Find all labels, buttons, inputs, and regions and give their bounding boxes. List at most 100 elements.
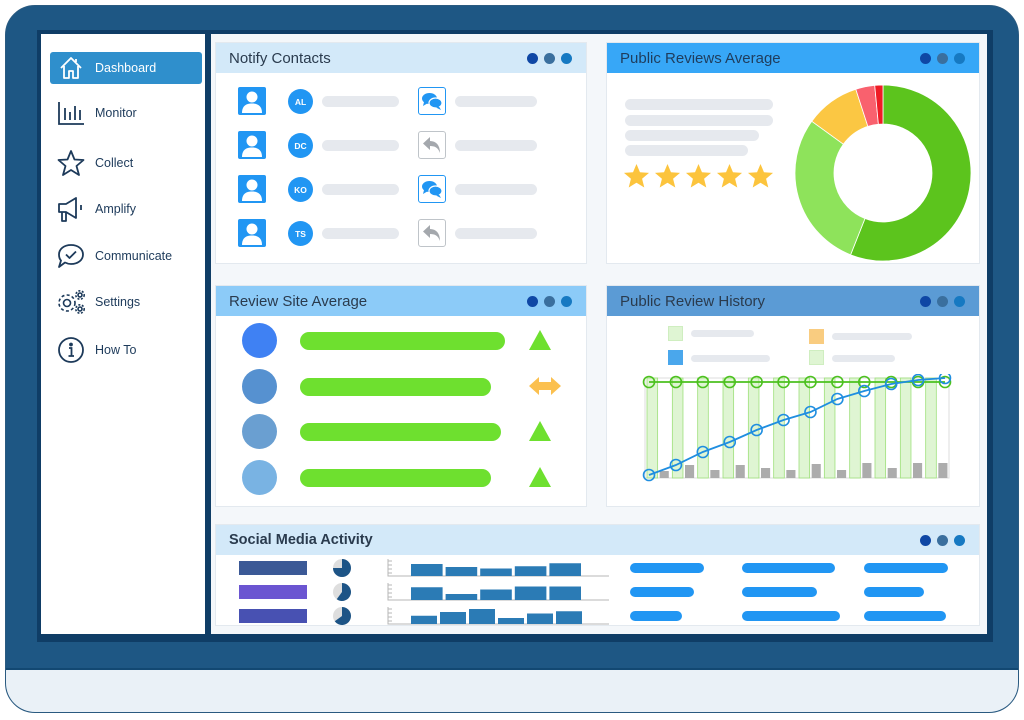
sidebar-item-amplify[interactable]: Amplify [50, 193, 202, 225]
contact-initials: KO [288, 177, 313, 202]
panel-menu-dots[interactable] [527, 296, 572, 307]
dot-icon [527, 296, 538, 307]
contact-name-placeholder [322, 140, 399, 151]
trend-up-icon [528, 329, 552, 356]
bar-monthly [811, 464, 821, 478]
metric-bar [742, 563, 835, 573]
contact-avatar[interactable] [238, 175, 266, 203]
site-logo[interactable] [242, 414, 277, 449]
mini-bar [469, 609, 495, 624]
dot-icon [920, 53, 931, 64]
legend-swatch [668, 326, 683, 341]
bar-monthly [659, 471, 669, 478]
sidebar-item-settings[interactable]: Settings [50, 286, 202, 318]
contact-action-button[interactable] [418, 131, 446, 159]
gears-icon [56, 287, 86, 317]
site-logo[interactable] [242, 459, 277, 495]
dashboard-main: Notify Contacts AL DC KO TS Public Reviews … [211, 34, 987, 634]
contact-action-button[interactable] [418, 87, 446, 115]
text-placeholder [625, 115, 773, 126]
panel-header: Public Review History [607, 286, 979, 316]
sidebar-item-how-to[interactable]: How To [50, 334, 202, 366]
engagement-pie-icon [333, 559, 351, 582]
panel-menu-dots[interactable] [920, 535, 965, 546]
panel-menu-dots[interactable] [920, 296, 965, 307]
sidebar-item-label: Collect [95, 156, 134, 170]
mini-bar [445, 567, 478, 576]
sidebar-item-label: Monitor [95, 106, 137, 120]
sidebar-item-dashboard[interactable]: Dashboard [50, 52, 202, 84]
site-score-bar [300, 332, 505, 350]
star-icon [747, 163, 774, 194]
metric-bar [630, 611, 682, 621]
donut-segment-4-star [794, 120, 866, 256]
site-logo[interactable] [242, 368, 277, 404]
star-icon [716, 163, 743, 194]
dot-icon [920, 535, 931, 546]
sidebar-item-monitor[interactable]: Monitor [50, 97, 202, 129]
dot-icon [527, 53, 538, 64]
mini-bar-chart [387, 607, 609, 625]
sidebar-item-label: Amplify [95, 202, 136, 216]
contact-name-placeholder [322, 184, 399, 195]
contact-name-placeholder [322, 228, 399, 239]
info-icon [56, 335, 86, 365]
person-icon [242, 223, 262, 245]
panel-title: Social Media Activity [229, 532, 373, 548]
metric-bar [864, 563, 948, 573]
bar-capacity [899, 377, 912, 479]
dot-icon [937, 535, 948, 546]
panel-title: Notify Contacts [229, 49, 331, 67]
trend-up-icon [528, 466, 552, 493]
panel-header: Review Site Average [216, 286, 586, 316]
metric-bar [630, 563, 704, 573]
contact-avatar[interactable] [238, 219, 266, 247]
social-channel-bar[interactable] [239, 561, 307, 575]
contact-avatar[interactable] [238, 87, 266, 115]
panel-menu-dots[interactable] [920, 53, 965, 64]
chat-check-icon [56, 241, 86, 271]
sidebar-item-communicate[interactable]: Communicate [50, 240, 202, 272]
legend-label-placeholder [832, 355, 895, 362]
trend-flat-icon [528, 375, 562, 402]
contact-action-button[interactable] [418, 175, 446, 203]
panel-title: Public Review History [620, 292, 766, 310]
panel-menu-dots[interactable] [527, 53, 572, 64]
social-channel-bar[interactable] [239, 609, 307, 623]
mini-bar [527, 613, 553, 624]
social-channel-bar[interactable] [239, 585, 307, 599]
bar-monthly [710, 470, 720, 478]
bar-monthly [862, 463, 872, 478]
bar-capacity [747, 377, 760, 479]
mini-bar [411, 615, 437, 624]
screen: Dashboard Monitor Collect Amplify Commun… [37, 30, 993, 642]
legend-swatch [809, 329, 824, 344]
dot-icon [954, 53, 965, 64]
mini-bar [498, 618, 524, 624]
bar-capacity [798, 377, 811, 479]
bar-capacity [925, 377, 937, 479]
contact-detail-placeholder [455, 140, 537, 151]
sidebar-item-collect[interactable]: Collect [50, 147, 202, 179]
star-icon [56, 148, 86, 178]
review-site-average-panel: Review Site Average [215, 285, 587, 507]
engagement-pie-icon [333, 583, 351, 606]
dot-icon [561, 296, 572, 307]
bar-monthly [761, 468, 771, 478]
dot-icon [954, 296, 965, 307]
contact-action-button[interactable] [418, 219, 446, 247]
legend-swatch [809, 350, 824, 365]
mini-bar [411, 587, 443, 600]
sidebar-item-label: Settings [95, 295, 141, 309]
site-score-bar [300, 468, 491, 487]
bar-chart-icon [56, 98, 86, 128]
person-icon [242, 179, 262, 201]
metric-bar [864, 611, 946, 621]
mini-bar [411, 564, 443, 576]
contact-name-placeholder [322, 96, 399, 107]
contact-avatar[interactable] [238, 131, 266, 159]
contact-initials: DC [288, 133, 313, 158]
legend-swatch [668, 350, 683, 365]
site-logo[interactable] [242, 323, 277, 358]
text-placeholder [625, 145, 748, 156]
